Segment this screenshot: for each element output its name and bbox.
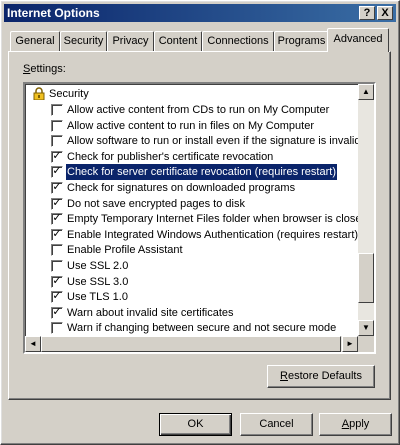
setting-item-label: Use SSL 3.0 — [67, 275, 129, 288]
tab-content[interactable]: Content — [154, 31, 202, 51]
setting-item[interactable]: Allow active content from CDs to run on … — [25, 102, 355, 118]
setting-item[interactable]: Use SSL 2.0 — [25, 258, 355, 274]
setting-item[interactable]: ✓ Do not save encrypted pages to disk — [25, 196, 355, 212]
tab-general[interactable]: General — [10, 31, 60, 51]
checkbox-unchecked[interactable] — [51, 322, 63, 335]
setting-item[interactable]: Allow active content to run in files on … — [25, 118, 355, 134]
setting-item[interactable]: ✓ Use TLS 1.0 — [25, 289, 355, 305]
setting-item-label: Check for signatures on downloaded progr… — [67, 182, 296, 194]
setting-item-label: Allow software to run or install even if… — [67, 135, 361, 148]
setting-item-label: Enable Integrated Windows Authentication… — [67, 228, 359, 241]
category-row: Security — [25, 86, 355, 102]
settings-list[interactable]: Security Allow active content from CDs t… — [23, 82, 376, 354]
internet-options-dialog: Internet Options ? X General Security Pr… — [0, 0, 400, 445]
checkmark-icon: ✓ — [52, 165, 62, 178]
setting-item[interactable]: ✓ Check for server certificate revocation… — [25, 163, 355, 182]
setting-item[interactable]: ✓ Use SSL 3.0 — [25, 274, 355, 290]
setting-item-label: Warn about invalid site certificates — [67, 306, 234, 319]
setting-item[interactable]: ✓ Empty Temporary Internet Files folder w… — [25, 211, 368, 227]
checkmark-icon: ✓ — [52, 227, 62, 240]
scroll-up-button[interactable]: ▲ — [358, 84, 374, 100]
window-title: Internet Options — [7, 6, 100, 20]
checkbox-checked[interactable]: ✓ — [51, 182, 63, 194]
setting-item-label: Check for server certificate revocation … — [65, 163, 338, 182]
checkbox-unchecked[interactable] — [51, 260, 63, 272]
cancel-button[interactable]: Cancel — [240, 413, 313, 436]
setting-item[interactable]: Enable Profile Assistant — [25, 242, 355, 258]
horizontal-scroll-thumb[interactable] — [41, 336, 341, 352]
checkbox-checked[interactable]: ✓ — [51, 149, 63, 163]
checkbox-checked[interactable]: ✓ — [51, 305, 63, 319]
checkmark-icon: ✓ — [52, 212, 62, 225]
checkbox-checked[interactable]: ✓ — [51, 274, 63, 288]
tab-advanced[interactable]: Advanced — [327, 28, 389, 52]
checkbox-unchecked[interactable] — [51, 244, 63, 257]
apply-button[interactable]: Apply — [319, 413, 392, 436]
checkmark-icon: ✓ — [52, 149, 62, 162]
checkbox-checked[interactable]: ✓ — [51, 290, 63, 304]
scroll-down-button[interactable]: ▼ — [358, 320, 374, 336]
scrollbar-corner — [358, 336, 374, 352]
checkbox-unchecked[interactable] — [51, 119, 63, 132]
settings-label: Settings: — [23, 63, 66, 75]
checkbox-checked[interactable]: ✓ — [51, 212, 63, 226]
setting-item-label: Use TLS 1.0 — [67, 291, 128, 304]
category-label: Security — [49, 88, 89, 100]
setting-item-label: Check for publisher's certificate revoca… — [67, 150, 274, 163]
setting-item-label: Warn if changing between secure and not … — [67, 322, 337, 335]
checkmark-icon: ✓ — [52, 274, 62, 287]
restore-defaults-button[interactable]: Restore Defaults — [267, 365, 375, 388]
tab-connections[interactable]: Connections — [202, 31, 274, 51]
tab-programs[interactable]: Programs — [274, 31, 329, 51]
scroll-thumb[interactable] — [358, 253, 374, 303]
checkbox-checked[interactable]: ✓ — [51, 227, 63, 241]
setting-item[interactable]: ✓ Check for publisher's certificate revoc… — [25, 149, 355, 165]
scroll-right-button[interactable]: ► — [342, 336, 358, 352]
setting-item[interactable]: ✓ Warn about invalid site certificates — [25, 305, 355, 321]
checkbox-checked[interactable]: ✓ — [51, 196, 63, 210]
checkbox-unchecked[interactable] — [51, 104, 63, 116]
scroll-left-button[interactable]: ◄ — [25, 336, 41, 352]
ok-button[interactable]: OK — [159, 413, 232, 436]
setting-item-label: Do not save encrypted pages to disk — [67, 197, 245, 210]
close-button[interactable]: X — [377, 6, 393, 20]
setting-item[interactable]: ✓ Enable Integrated Windows Authenticatio… — [25, 227, 359, 243]
tab-privacy[interactable]: Privacy — [107, 31, 154, 51]
checkmark-icon: ✓ — [52, 305, 62, 318]
setting-item[interactable]: Warn if changing between secure and not … — [25, 320, 355, 336]
setting-item[interactable]: Allow software to run or install even if… — [25, 133, 360, 149]
checkmark-icon: ✓ — [52, 181, 62, 193]
title-bar[interactable]: Internet Options ? X — [4, 4, 396, 22]
setting-item-label: Use SSL 2.0 — [67, 260, 129, 272]
checkbox-checked[interactable]: ✓ — [51, 165, 63, 179]
horizontal-scrollbar[interactable]: ◄ ► — [25, 336, 358, 352]
setting-item-label: Enable Profile Assistant — [67, 244, 183, 257]
help-button[interactable]: ? — [359, 6, 375, 20]
checkbox-unchecked[interactable] — [51, 135, 63, 148]
setting-item-label: Allow active content to run in files on … — [67, 119, 315, 132]
checkmark-icon: ✓ — [52, 290, 62, 303]
setting-item[interactable]: ✓ Check for signatures on downloaded prog… — [25, 180, 355, 196]
setting-item-label: Allow active content from CDs to run on … — [67, 104, 330, 116]
tab-security[interactable]: Security — [60, 31, 107, 51]
checkmark-icon: ✓ — [52, 196, 62, 209]
lock-icon — [33, 87, 45, 100]
vertical-scrollbar[interactable]: ▲ ▼ — [358, 84, 374, 336]
setting-item-label: Empty Temporary Internet Files folder wh… — [67, 213, 368, 226]
